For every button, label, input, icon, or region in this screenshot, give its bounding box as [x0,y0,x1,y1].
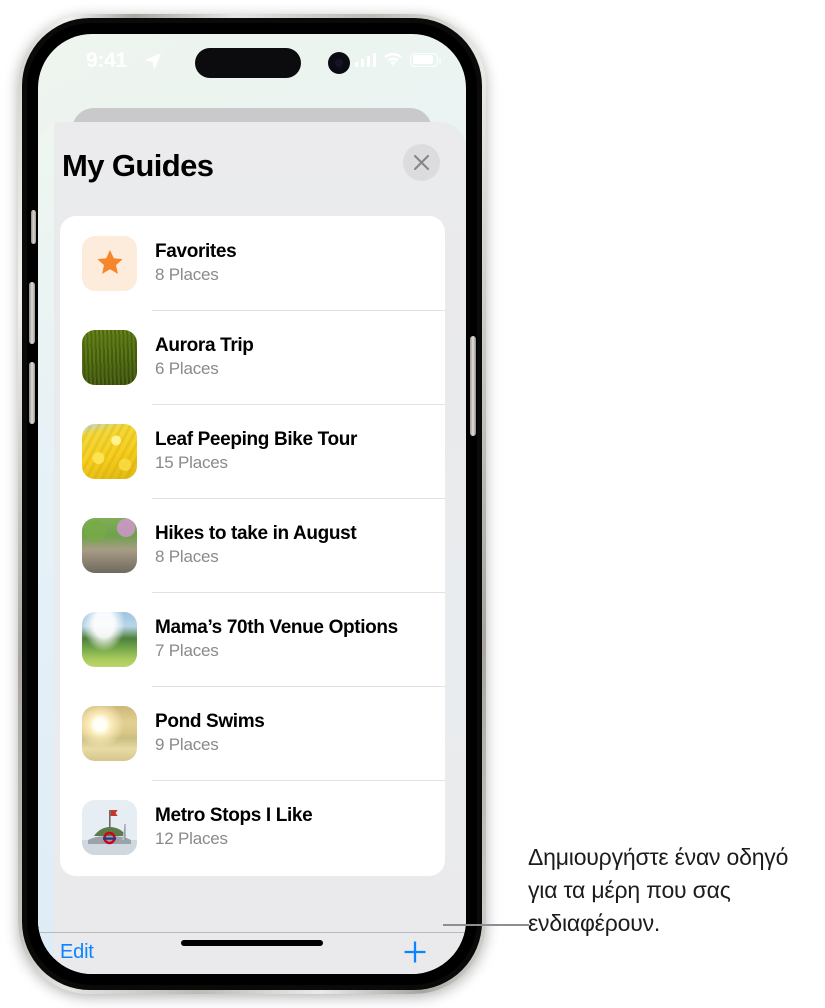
iphone-device-frame: 9:41 My Guides Favorites 8 Places Aurora… [18,14,486,994]
guide-title: Leaf Peeping Bike Tour [155,428,358,450]
guide-thumbnail [82,329,137,385]
cellular-bars-icon [354,52,376,67]
guide-text: Favorites 8 Places [155,240,237,286]
sheet-left-tint [38,122,54,974]
list-item[interactable]: Metro Stops I Like 12 Places [60,780,445,874]
guide-place-count: 9 Places [155,735,219,755]
add-guide-button[interactable] [398,935,432,969]
guide-title: Hikes to take in August [155,522,357,544]
sheet-header: My Guides [38,122,466,208]
callout-leader-line [443,924,529,926]
volume-up-button[interactable] [29,282,35,344]
my-guides-sheet: My Guides Favorites 8 Places Aurora Trip… [38,122,466,974]
phone-screen: 9:41 My Guides Favorites 8 Places Aurora… [38,34,466,974]
close-x-icon [413,154,430,171]
status-bar-indicators [354,52,442,67]
guide-text: Mama’s 70th Venue Options 7 Places [155,617,398,662]
guide-title: Metro Stops I Like [155,804,313,826]
guide-title: Aurora Trip [155,334,254,356]
guide-title: Mama’s 70th Venue Options [155,616,398,638]
guide-title: Pond Swims [155,710,265,732]
list-item[interactable]: Favorites 8 Places [60,216,445,310]
guide-thumbnail [82,423,137,479]
list-item[interactable]: Hikes to take in August 8 Places [60,498,445,592]
guide-thumbnail [82,517,137,573]
page-title: My Guides [62,148,214,183]
guide-place-count: 8 Places [155,265,219,285]
guide-text: Metro Stops I Like 12 Places [155,804,313,850]
list-item[interactable]: Pond Swims 9 Places [60,686,445,780]
guide-place-count: 15 Places [155,453,228,473]
edit-button[interactable]: Edit [60,941,94,964]
close-button[interactable] [403,144,440,181]
list-item[interactable]: Leaf Peeping Bike Tour 15 Places [60,404,445,498]
list-item[interactable]: Aurora Trip 6 Places [60,310,445,404]
guide-text: Pond Swims 9 Places [155,710,265,756]
guide-place-count: 7 Places [155,641,219,661]
guide-text: Aurora Trip 6 Places [155,335,254,380]
home-indicator[interactable] [181,940,323,946]
guide-thumbnail [82,799,137,855]
guide-thumbnail [82,705,137,761]
guide-text: Hikes to take in August 8 Places [155,522,357,568]
guide-text: Leaf Peeping Bike Tour 15 Places [155,429,357,474]
status-bar: 9:41 [38,34,466,96]
callout-label: Δημιουργήστε έναν οδηγό για τα μέρη που … [528,844,789,936]
status-bar-time: 9:41 [86,49,127,72]
guide-place-count: 12 Places [155,829,228,849]
wifi-icon [384,52,402,66]
screenshot-stage: 9:41 My Guides Favorites 8 Places Aurora… [0,0,825,1008]
list-item[interactable]: Mama’s 70th Venue Options 7 Places [60,592,445,686]
guide-place-count: 6 Places [155,359,219,379]
battery-icon [410,52,442,67]
power-button[interactable] [470,336,476,436]
guide-thumbnail [82,235,137,291]
volume-down-button[interactable] [29,362,35,424]
guide-title: Favorites [155,240,237,262]
guide-thumbnail [82,611,137,667]
star-icon [96,250,123,274]
front-camera-icon [328,52,350,74]
silence-switch-button[interactable] [31,210,36,244]
guide-place-count: 8 Places [155,547,219,567]
guides-list: Favorites 8 Places Aurora Trip 6 Places [60,216,445,876]
dynamic-island [195,48,301,78]
metro-monument-photo [82,799,137,855]
location-arrow-icon [145,53,161,69]
